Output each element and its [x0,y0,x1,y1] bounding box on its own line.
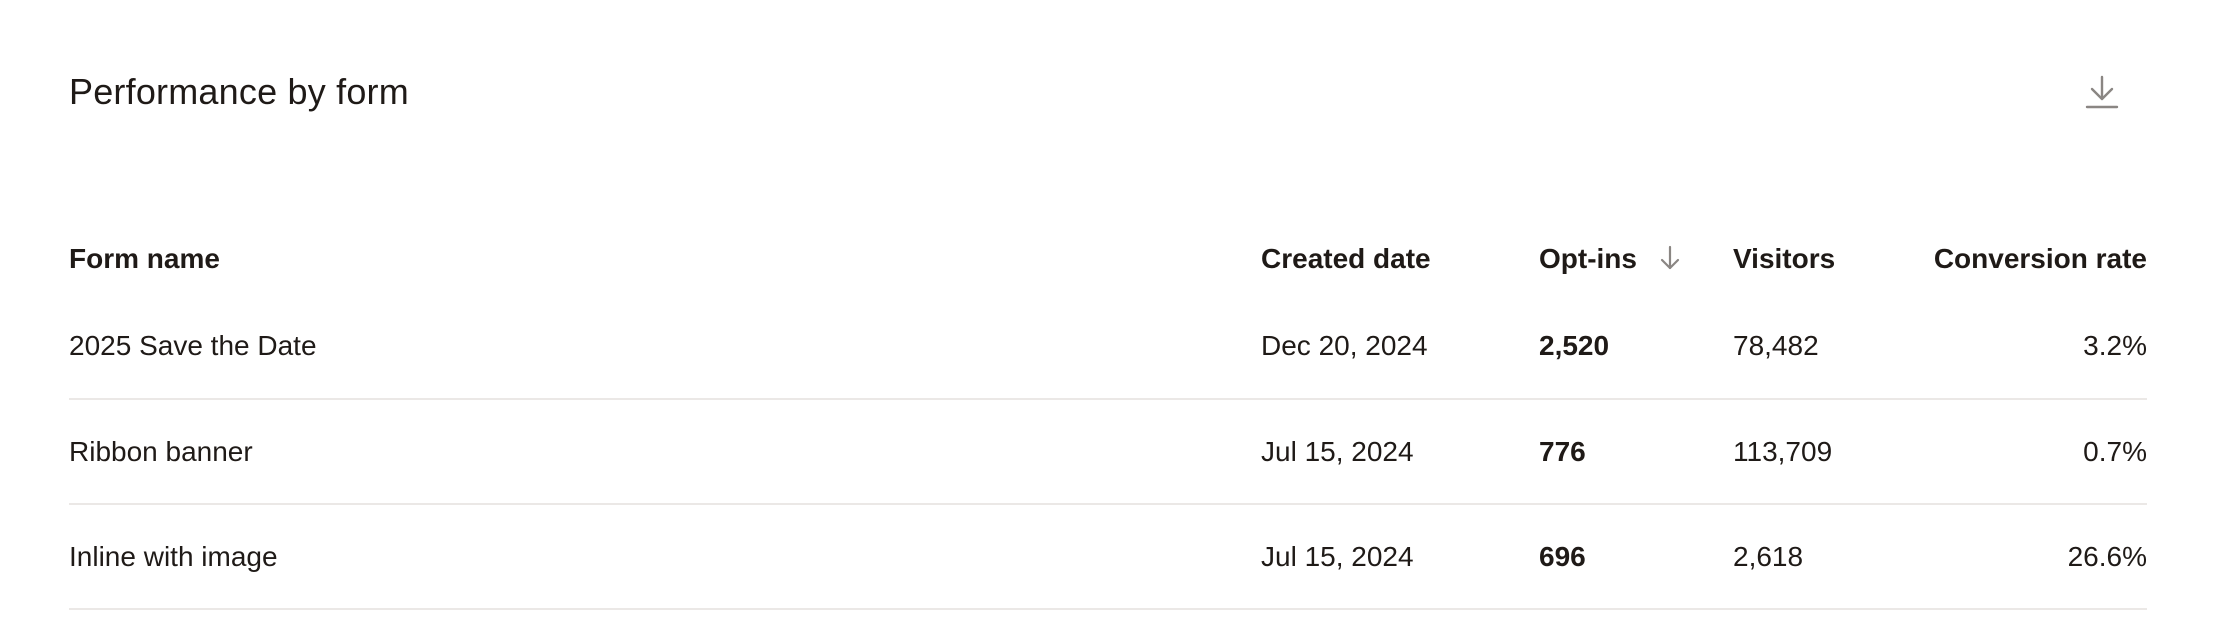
cell-conversion-rate: 3.2% [1923,294,2147,400]
cell-created-date: Jul 15, 2024 [1261,399,1539,505]
cell-created-date: Dec 20, 2024 [1261,294,1539,400]
cell-visitors: 113,709 [1733,399,1923,505]
table-row[interactable]: Inline with image Jul 15, 2024 696 2,618… [69,504,2147,610]
cell-created-date: Jul 15, 2024 [1261,504,1539,610]
forms-table: Form name Created date Opt-ins Visitors … [69,224,2147,610]
performance-by-form-card: Performance by form Form name Created da… [0,0,2218,634]
column-header-opt-ins-label: Opt-ins [1539,243,1637,274]
arrow-down-icon [1660,245,1679,270]
cell-visitors: 78,482 [1733,294,1923,400]
cell-form-name: Ribbon banner [69,399,1261,505]
column-header-conversion-rate[interactable]: Conversion rate [1923,224,2147,294]
download-icon [2085,75,2119,109]
table-row[interactable]: Ribbon banner Jul 15, 2024 776 113,709 0… [69,399,2147,505]
column-header-opt-ins[interactable]: Opt-ins [1539,224,1733,294]
cell-form-name: Inline with image [69,504,1261,610]
table-header-row: Form name Created date Opt-ins Visitors … [69,224,2147,294]
cell-conversion-rate: 0.7% [1923,399,2147,505]
column-header-visitors[interactable]: Visitors [1733,224,1923,294]
download-button[interactable] [2080,70,2124,114]
card-title: Performance by form [69,71,409,112]
cell-conversion-rate: 26.6% [1923,504,2147,610]
cell-opt-ins: 2,520 [1539,294,1733,400]
cell-form-name: 2025 Save the Date [69,294,1261,400]
column-header-created-date[interactable]: Created date [1261,224,1539,294]
column-header-form-name[interactable]: Form name [69,224,1261,294]
cell-opt-ins: 776 [1539,399,1733,505]
cell-visitors: 2,618 [1733,504,1923,610]
cell-opt-ins: 696 [1539,504,1733,610]
table-row[interactable]: 2025 Save the Date Dec 20, 2024 2,520 78… [69,294,2147,400]
